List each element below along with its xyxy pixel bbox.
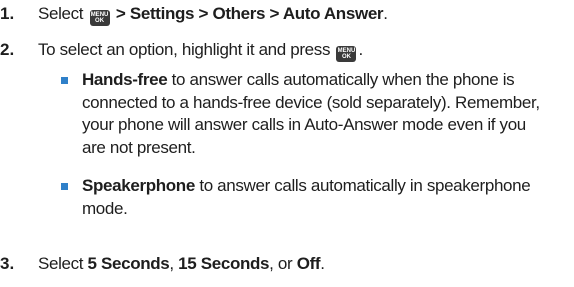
step-text: To select an option, highlight it and pr… bbox=[38, 40, 363, 62]
step-prefix: Select bbox=[38, 254, 88, 273]
bullet-text: to answer calls automatically in speaker… bbox=[194, 176, 531, 195]
step-number: 2. bbox=[0, 40, 15, 59]
menu-path: > Settings > Others > Auto Answer bbox=[115, 4, 384, 23]
step-text: Select MENU OK > Settings > Others > Auto… bbox=[38, 4, 388, 26]
step-prefix: Select bbox=[38, 4, 84, 23]
bullet-text: to answer calls automatically when the p… bbox=[167, 70, 515, 89]
bullet-line: Hands-free to answer calls automatically… bbox=[61, 69, 566, 92]
menu-ok-key-icon: MENU OK bbox=[89, 10, 110, 26]
step-number: 1. bbox=[0, 4, 15, 23]
bullet-line: mode. bbox=[82, 198, 128, 218]
option-5-seconds: 5 Seconds bbox=[87, 254, 170, 273]
bullet-term: Hands-free bbox=[82, 70, 168, 89]
option-off: Off bbox=[296, 254, 321, 273]
bullet-square-icon bbox=[61, 183, 68, 190]
bullet-speakerphone: Speakerphone to answer calls automatical… bbox=[61, 175, 566, 220]
step-3: 3. Select 5 Seconds, 15 Seconds, or Off. bbox=[0, 254, 325, 274]
bullet-line: Speakerphone to answer calls automatical… bbox=[61, 175, 566, 198]
step-number: 3. bbox=[0, 254, 15, 273]
step-1: 1. Select MENU OK > Settings > Others > A… bbox=[0, 4, 388, 26]
bullet-line: connected to a hands-free device (sold s… bbox=[82, 92, 540, 112]
bullet-line: your phone will answer calls in Auto-Ans… bbox=[82, 115, 526, 134]
option-15-seconds: 15 Seconds bbox=[178, 254, 270, 273]
bullet-hands-free: Hands-free to answer calls automatically… bbox=[61, 69, 566, 159]
menu-ok-key-icon: MENU OK bbox=[336, 46, 357, 62]
bullet-square-icon bbox=[61, 77, 68, 84]
step-suffix: . bbox=[358, 40, 363, 59]
step-suffix: . bbox=[383, 4, 388, 23]
step-2: 2. To select an option, highlight it and… bbox=[0, 40, 363, 62]
step-instruction: To select an option, highlight it and pr… bbox=[38, 40, 331, 59]
separator: , bbox=[169, 254, 179, 273]
key-label-bottom: OK bbox=[95, 18, 105, 24]
step-suffix: . bbox=[320, 254, 325, 273]
separator: , or bbox=[269, 254, 297, 273]
bullet-line: are not present. bbox=[82, 137, 196, 157]
bullet-term: Speakerphone bbox=[82, 176, 195, 195]
key-label-bottom: OK bbox=[341, 54, 351, 60]
step-text: Select 5 Seconds, 15 Seconds, or Off. bbox=[38, 254, 325, 274]
